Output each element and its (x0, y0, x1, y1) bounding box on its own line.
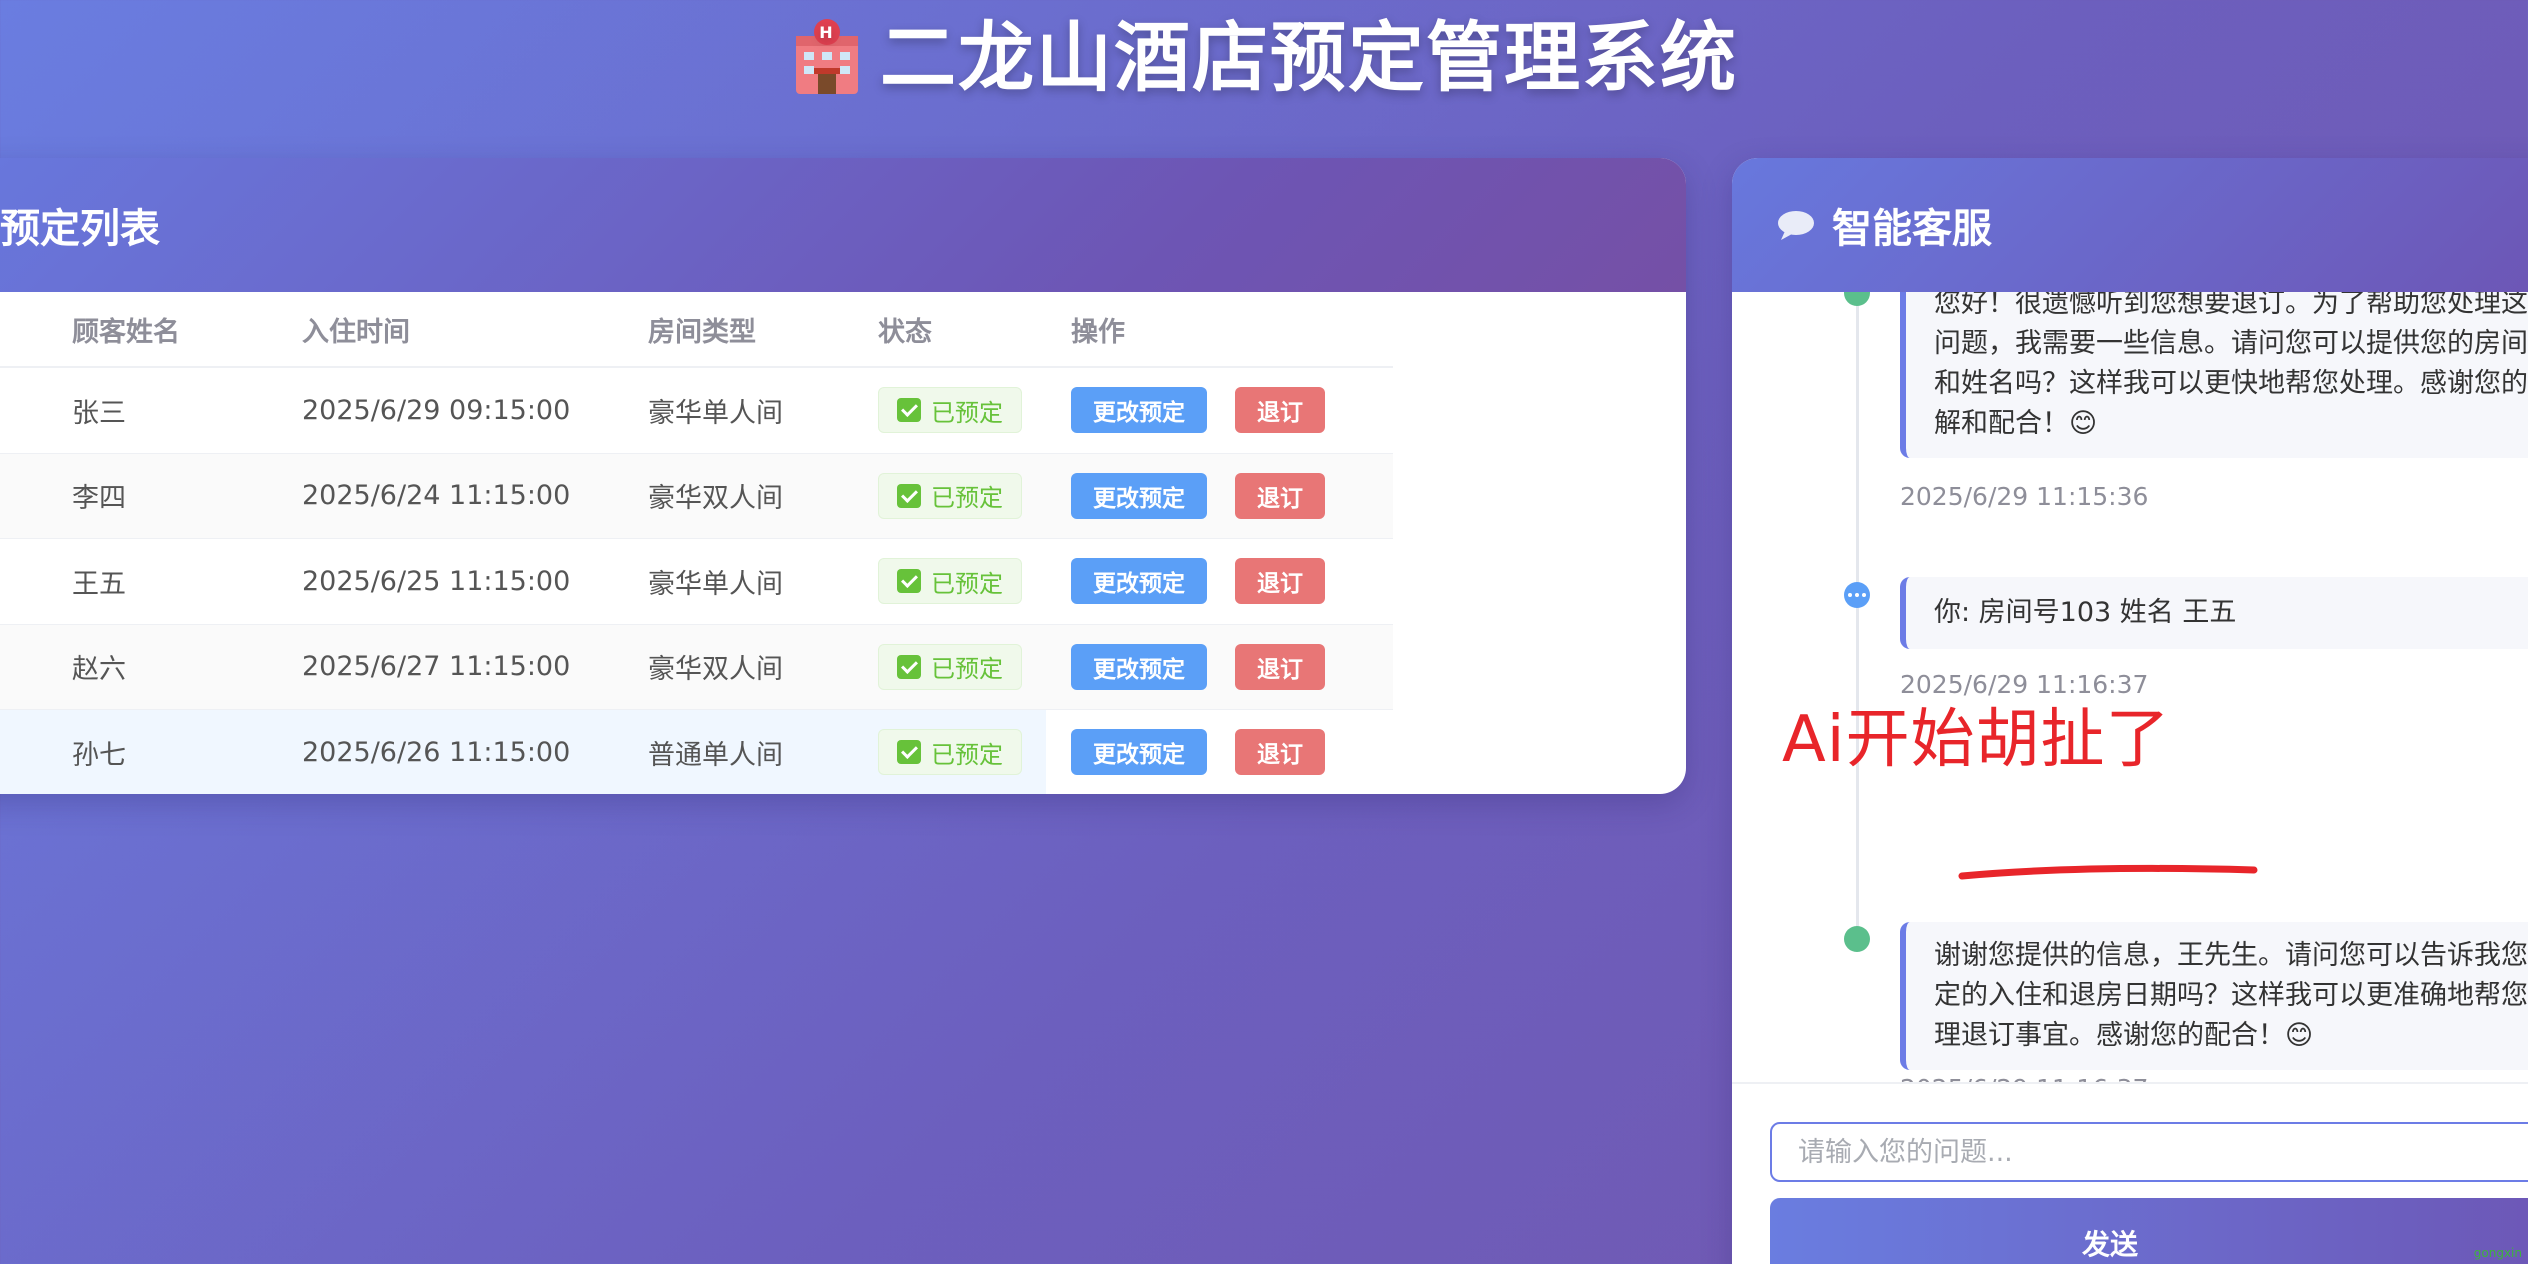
status-badge: 已预定 (878, 387, 1022, 434)
status-badge: 已预定 (878, 472, 1022, 519)
check-icon (897, 654, 921, 679)
cell-room-type: 豪华单人间 (648, 568, 783, 600)
cell-room-type: 普通单人间 (648, 739, 783, 771)
ai-avatar-dot (1844, 926, 1870, 952)
cell-room-type: 豪华双人间 (648, 654, 783, 686)
chat-message-ai: 您好！很遗憾听到您想要退订。为了帮助您处理这个问题，我需要一些信息。请问您可以提… (1900, 292, 2528, 458)
column-header-checkin: 入住时间 (302, 316, 410, 348)
column-header-name: 顾客姓名 (72, 316, 180, 348)
chat-title: 智能客服 (1832, 206, 1992, 252)
column-header-room-type: 房间类型 (648, 316, 756, 348)
ai-avatar-dot (1844, 292, 1870, 306)
status-badge: 已预定 (878, 643, 1022, 690)
status-badge: 已预定 (878, 729, 1022, 776)
chat-message-text: 谢谢您提供的信息，王先生。请问您可以告诉我您原定的入住和退房日期吗？这样我可以更… (1934, 940, 2528, 1051)
chat-bubble-icon (1778, 211, 1814, 240)
chat-header: 智能客服 (1732, 158, 2528, 292)
change-booking-button[interactable]: 更改预定 (1071, 643, 1207, 690)
table-row: 孙七 2025/6/26 11:15:00 普通单人间 已预定 更改预定 退订 (0, 710, 1393, 794)
cell-checkin-time: 2025/6/26 11:15:00 (302, 736, 571, 768)
chat-message-text: 你: 房间号103 姓名 王五 (1934, 597, 2237, 628)
send-button[interactable]: 发送 (1770, 1198, 2528, 1264)
chat-message-time: 2025/6/29 11:16:37 (1900, 1074, 2148, 1082)
check-icon (897, 740, 921, 765)
svg-text:H: H (819, 23, 834, 42)
chat-message-time: 2025/6/29 11:15:36 (1900, 482, 2149, 511)
cell-checkin-time: 2025/6/25 11:15:00 (302, 565, 571, 597)
table-row: 李四 2025/6/24 11:15:00 豪华双人间 已预定 更改预定 退订 (0, 453, 1393, 539)
status-text: 已预定 (931, 569, 1003, 598)
chat-input-area: 发送 (1732, 1082, 2528, 1264)
cell-checkin-time: 2025/6/24 11:15:00 (302, 480, 571, 512)
table-row: 赵六 2025/6/27 11:15:00 豪华双人间 已预定 更改预定 退订 (0, 624, 1393, 710)
cell-customer-name: 赵六 (72, 654, 126, 686)
hotel-icon: H (796, 19, 858, 94)
user-avatar-dot (1844, 582, 1870, 608)
red-annotation-text: Ai开始胡扯了 (1782, 703, 2171, 777)
change-booking-button[interactable]: 更改预定 (1071, 729, 1207, 776)
cancel-booking-button[interactable]: 退订 (1235, 387, 1325, 434)
check-icon (897, 398, 921, 423)
change-booking-button[interactable]: 更改预定 (1071, 558, 1207, 605)
chat-message-user: 你: 房间号103 姓名 王五 (1900, 577, 2528, 649)
chat-messages[interactable]: 您好！很遗憾听到您想要退订。为了帮助您处理这个问题，我需要一些信息。请问您可以提… (1732, 292, 2528, 1082)
cancel-booking-button[interactable]: 退订 (1235, 558, 1325, 605)
cell-checkin-time: 2025/6/29 09:15:00 (302, 394, 571, 426)
table-row: 王五 2025/6/25 11:15:00 豪华单人间 已预定 更改预定 退订 (0, 539, 1393, 625)
cell-room-type: 豪华单人间 (648, 397, 783, 429)
table-row: 张三 2025/6/29 09:15:00 豪华单人间 已预定 更改预定 退订 (0, 368, 1393, 454)
cell-customer-name: 张三 (72, 397, 126, 429)
chat-input[interactable] (1770, 1122, 2528, 1182)
cell-customer-name: 李四 (72, 483, 126, 515)
booking-table: 顾客姓名 入住时间 房间类型 状态 操作 张三 2025/6/29 09:15:… (0, 292, 1393, 794)
cancel-booking-button[interactable]: 退订 (1235, 729, 1325, 776)
cancel-booking-button[interactable]: 退订 (1235, 643, 1325, 690)
check-icon (897, 483, 921, 508)
cell-customer-name: 孙七 (72, 739, 126, 771)
change-booking-button[interactable]: 更改预定 (1071, 387, 1207, 434)
cell-room-type: 豪华双人间 (648, 483, 783, 515)
watermark: gongxin (2473, 1246, 2522, 1260)
table-header-row: 顾客姓名 入住时间 房间类型 状态 操作 (0, 292, 1393, 368)
cell-customer-name: 王五 (72, 568, 126, 600)
check-icon (897, 569, 921, 594)
timeline-line (1856, 292, 1859, 932)
page-title-text: 二龙山酒店预定管理系统 (880, 13, 1738, 102)
status-text: 已预定 (931, 398, 1003, 427)
status-text: 已预定 (931, 740, 1003, 769)
chat-message-text: 您好！很遗憾听到您想要退订。为了帮助您处理这个问题，我需要一些信息。请问您可以提… (1934, 292, 2528, 439)
column-header-actions: 操作 (1071, 316, 1125, 348)
page-title: H 二龙山酒店预定管理系统 (0, 8, 2528, 108)
cancel-booking-button[interactable]: 退订 (1235, 472, 1325, 519)
cell-checkin-time: 2025/6/27 11:15:00 (302, 651, 571, 683)
booking-panel-header: 预定列表 (0, 158, 1686, 292)
booking-panel-title: 预定列表 (0, 206, 160, 252)
booking-panel: 预定列表 顾客姓名 入住时间 房间类型 状态 操作 张三 2025/6/29 0… (0, 158, 1686, 794)
column-header-status: 状态 (878, 316, 932, 348)
chat-message-ai: 谢谢您提供的信息，王先生。请问您可以告诉我您原定的入住和退房日期吗？这样我可以更… (1900, 922, 2528, 1070)
status-badge: 已预定 (878, 558, 1022, 605)
status-text: 已预定 (931, 655, 1003, 684)
status-text: 已预定 (931, 484, 1003, 513)
red-underline-stroke (1958, 864, 2258, 880)
change-booking-button[interactable]: 更改预定 (1071, 472, 1207, 519)
